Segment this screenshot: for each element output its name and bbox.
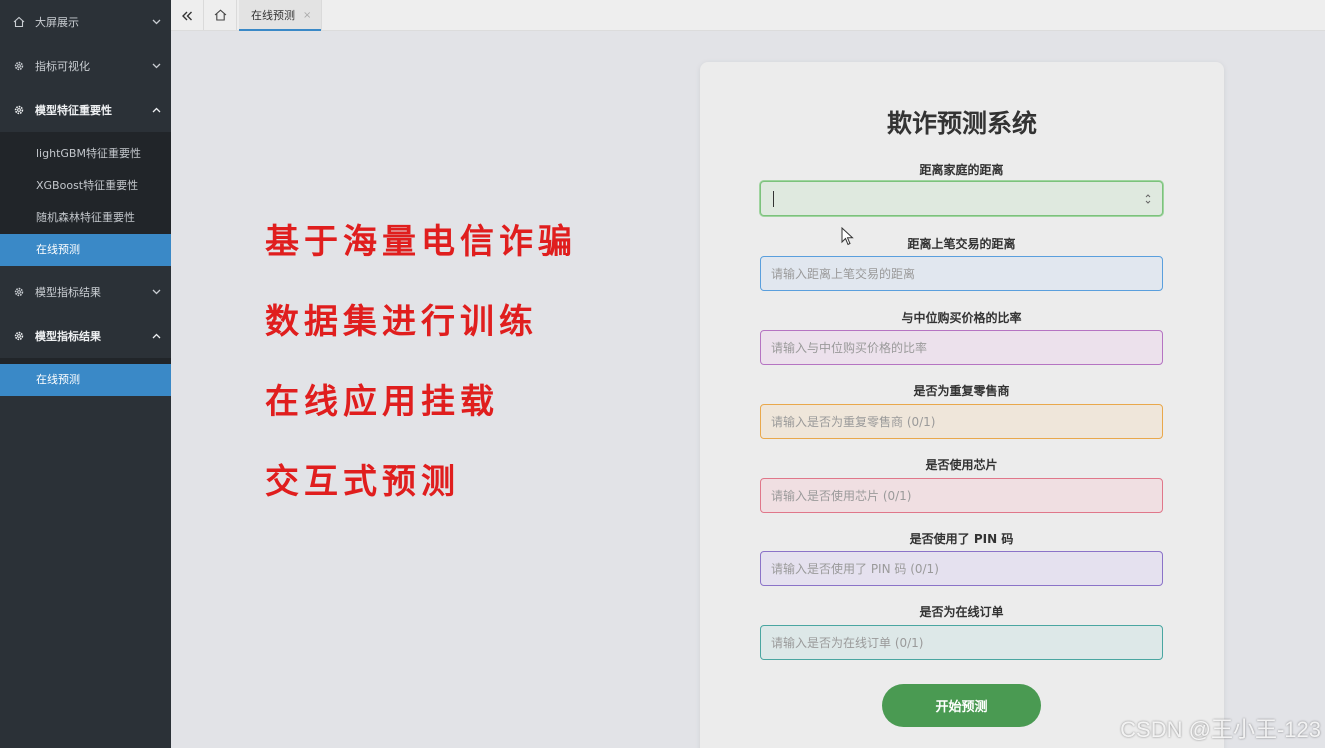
sidebar-group-label: 模型特征重要性 (35, 104, 112, 117)
tab-bar: 在线预测 × (171, 0, 1325, 31)
promo-line: 交互式预测 (265, 462, 460, 502)
chevron-down-icon (151, 61, 161, 71)
home-distance-input[interactable] (760, 181, 1163, 216)
mouse-pointer-icon (841, 226, 855, 251)
tab-online-prediction[interactable]: 在线预测 × (239, 0, 323, 31)
promo-line: 数据集进行训练 (265, 302, 538, 342)
home-icon (12, 15, 26, 29)
promo-text: 基于海量电信诈骗 数据集进行训练 在线应用挂载 交互式预测 (265, 218, 577, 538)
sidebar-submenu-feature-importance: lightGBM特征重要性 XGBoost特征重要性 随机森林特征重要性 在线预… (0, 132, 171, 266)
used-pin-input[interactable] (760, 551, 1163, 586)
start-prediction-button[interactable]: 开始预测 (882, 684, 1041, 727)
chevron-down-icon (151, 287, 161, 297)
sidebar-group-model-metrics-2[interactable]: 模型指标结果 (0, 314, 171, 358)
form-title: 欺诈预测系统 (886, 109, 1037, 138)
chevron-up-icon (151, 331, 161, 341)
sidebar-group-model-metrics[interactable]: 模型指标结果 (0, 270, 171, 314)
sidebar-group-label: 模型指标结果 (35, 286, 101, 299)
field-label-used-pin: 是否使用了 PIN 码 (909, 532, 1014, 546)
used-chip-input[interactable] (760, 478, 1163, 513)
sidebar-group-feature-importance[interactable]: 模型特征重要性 (0, 88, 171, 132)
gear-icon (12, 285, 26, 299)
field-label-repeat-retailer: 是否为重复零售商 (913, 384, 1010, 398)
chevron-up-icon (151, 105, 161, 115)
sidebar: 大屏展示 指标可视化 模型特征重要性 lightGBM特征重要性 XGBoost… (0, 0, 171, 748)
chevron-down-icon (151, 17, 161, 27)
field-label-used-chip: 是否使用芯片 (925, 458, 998, 472)
promo-line: 基于海量电信诈骗 (265, 222, 577, 262)
last-transaction-distance-input[interactable] (760, 256, 1163, 291)
close-icon[interactable]: × (303, 10, 311, 21)
prediction-form-card: 欺诈预测系统 距离家庭的距离 距离上笔交易的距离 与中位购买价格的比率 是否为重… (700, 62, 1224, 748)
sidebar-group-label: 指标可视化 (35, 60, 90, 73)
sidebar-group-metrics-visualization[interactable]: 指标可视化 (0, 44, 171, 88)
promo-line: 在线应用挂载 (265, 382, 499, 422)
sidebar-group-dashboard[interactable]: 大屏展示 (0, 0, 171, 44)
sidebar-item-online-prediction-2[interactable]: 在线预测 (0, 364, 171, 396)
gear-icon (12, 329, 26, 343)
home-tab-button[interactable] (204, 0, 237, 30)
text-caret (773, 191, 774, 207)
field-label-home-distance: 距离家庭的距离 (919, 163, 1004, 177)
gear-icon (12, 59, 26, 73)
sidebar-item-online-prediction[interactable]: 在线预测 (0, 234, 171, 266)
field-label-last-transaction-distance: 距离上笔交易的距离 (907, 237, 1016, 251)
number-spinner[interactable] (1144, 193, 1152, 205)
median-price-ratio-input[interactable] (760, 330, 1163, 365)
sidebar-group-label: 模型指标结果 (35, 330, 101, 343)
sidebar-item-random-forest[interactable]: 随机森林特征重要性 (0, 202, 171, 234)
home-icon (214, 6, 227, 25)
gear-icon (12, 103, 26, 117)
online-order-input[interactable] (760, 625, 1163, 660)
double-chevron-left-icon (181, 6, 193, 25)
watermark: CSDN @王小王-123 (1120, 717, 1321, 742)
sidebar-group-label: 大屏展示 (35, 16, 79, 29)
repeat-retailer-input[interactable] (760, 404, 1163, 439)
field-label-online-order: 是否为在线订单 (919, 605, 1004, 619)
sidebar-submenu-model-metrics: 在线预测 (0, 358, 171, 396)
sidebar-item-xgboost[interactable]: XGBoost特征重要性 (0, 170, 171, 202)
collapse-sidebar-button[interactable] (171, 0, 204, 30)
field-label-median-price-ratio: 与中位购买价格的比率 (901, 311, 1022, 325)
tab-label: 在线预测 (251, 9, 295, 22)
sidebar-item-lightgbm[interactable]: lightGBM特征重要性 (0, 138, 171, 170)
